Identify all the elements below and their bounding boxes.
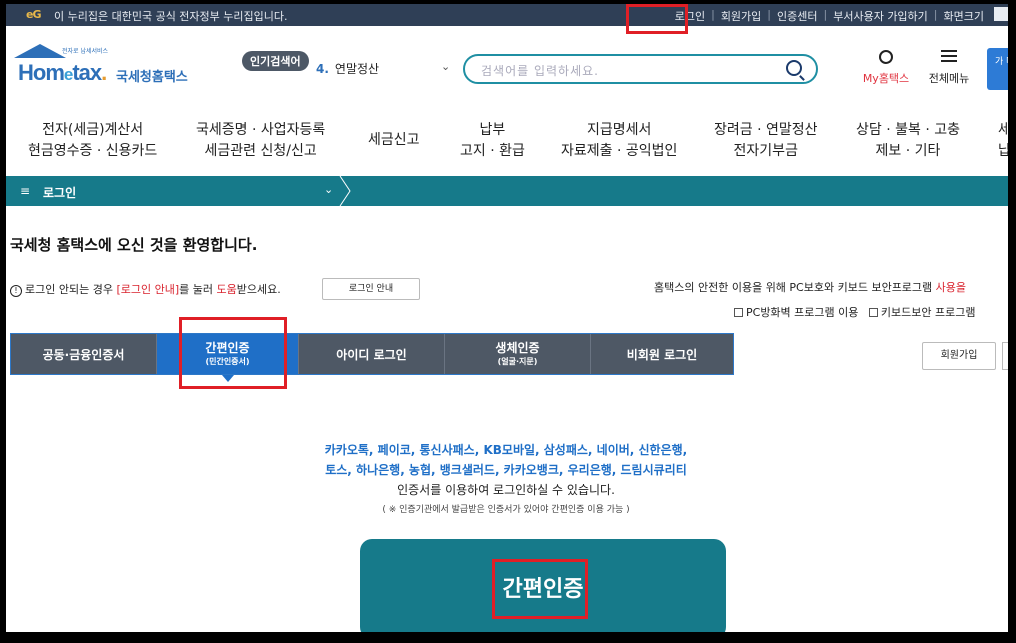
tab-guest-login[interactable]: 비회원 로그인: [591, 334, 733, 374]
hometax-logo[interactable]: 전자로 납세서비스 Hometax. 국세청홈택스: [12, 44, 197, 88]
document-icon[interactable]: [994, 7, 1008, 21]
breadcrumb-arrow-icon: [339, 176, 351, 206]
pc-firewall-checkbox[interactable]: [734, 308, 743, 317]
security-options: PC방화벽 프로그램 이용 키보드보안 프로그램: [734, 304, 975, 320]
search-input[interactable]: 검색어를 입력하세요.: [463, 54, 818, 84]
global-navigation: 전자(세금)계산서 현금영수증 · 신용카드 국세증명 · 사업자등록 세금관련 신…: [6, 106, 1008, 176]
keyboard-security-checkbox[interactable]: [868, 308, 878, 317]
popular-search-term[interactable]: 4. 연말정산: [316, 60, 379, 77]
login-guide-button[interactable]: 로그인 안내: [322, 278, 420, 300]
tab-id-login[interactable]: 아이디 로그인: [299, 334, 445, 374]
search-icon[interactable]: [786, 60, 802, 76]
font-size-button[interactable]: 가 마: [987, 48, 1008, 90]
gnb-payment-statement[interactable]: 지급명세서 자료제출 · 공익법인: [561, 120, 677, 162]
gov-notice-text: 이 누리집은 대한민국 공식 전자정부 누리집입니다.: [54, 10, 288, 23]
tab-joint-certificate[interactable]: 공동·금융인증서: [11, 334, 157, 374]
page-title: 국세청 홈택스에 오신 것을 환영합니다.: [10, 236, 258, 254]
browser-frame: eG 이 누리집은 대한민국 공식 전자정부 누리집입니다. 로그인 | 회원가입…: [6, 4, 1008, 632]
search-placeholder: 검색어를 입력하세요.: [481, 64, 599, 78]
breadcrumb-title: 로그인: [43, 186, 77, 200]
gnb-tax-filing[interactable]: 세금신고: [368, 130, 420, 151]
security-notice: 홈택스의 안전한 이용을 위해 PC보호와 키보드 보안프로그램 사용을: [654, 281, 967, 294]
utility-links: 로그인 | 회원가입 | 인증센터 | 부서사용자 가입하기 | 화면크기: [669, 7, 1008, 24]
gnb-more[interactable]: 세납: [998, 120, 1008, 162]
login-method-tabs: 공동·금융인증서 간편인증 (민간인증서) 아이디 로그인 생체인증 (얼굴·지문)…: [10, 333, 734, 382]
popular-search-badge: 인기검색어: [242, 51, 309, 71]
egov-logo: eG: [26, 8, 41, 21]
gov-notice-bar: eG 이 누리집은 대한민국 공식 전자정부 누리집입니다. 로그인 | 회원가입…: [6, 4, 1008, 26]
login-guide-link[interactable]: [로그인 안내]: [116, 283, 179, 296]
highlight-simple-auth-button: [492, 559, 588, 619]
gnb-consulting[interactable]: 상담 · 불복 · 고충 제보 · 기타: [856, 120, 960, 162]
chevron-down-icon[interactable]: ⌄: [441, 60, 450, 73]
simple-auth-providers: 카카오톡, 페이코, 통신사패스, KB모바일, 삼성패스, 네이버, 신한은행…: [324, 443, 688, 515]
person-icon: [879, 50, 893, 64]
gnb-incentive[interactable]: 장려금 · 연말정산 전자기부금: [714, 120, 818, 162]
logo-korean-name: 국세청홈택스: [116, 70, 188, 85]
info-icon: !: [10, 285, 22, 297]
gnb-payment[interactable]: 납부 고지 · 환급: [460, 120, 525, 162]
signup-link[interactable]: 회원가입: [715, 8, 767, 24]
highlight-simple-auth-tab: [179, 317, 287, 389]
highlight-login-link: [626, 4, 688, 34]
menu-icon[interactable]: ≡: [20, 184, 30, 198]
extra-button-edge[interactable]: [1002, 342, 1008, 370]
hamburger-icon: [941, 50, 957, 62]
chevron-down-icon[interactable]: ⌄: [324, 183, 333, 196]
dept-user-signup-link[interactable]: 부서사용자 가입하기: [827, 8, 934, 24]
house-roof-icon: [14, 44, 66, 58]
cert-center-link[interactable]: 인증센터: [771, 8, 823, 24]
login-help-text: ! 로그인 안되는 경우 [로그인 안내]를 눌러 도움받으세요.: [10, 281, 281, 297]
screen-size-link[interactable]: 화면크기: [938, 8, 990, 24]
site-header: 전자로 납세서비스 Hometax. 국세청홈택스 인기검색어 4. 연말정산 ⌄…: [6, 26, 1008, 106]
my-hometax-button[interactable]: My홈택스: [856, 50, 916, 86]
signup-button[interactable]: 회원가입: [922, 342, 996, 370]
gnb-e-invoice[interactable]: 전자(세금)계산서 현금영수증 · 신용카드: [28, 120, 157, 162]
breadcrumb: ≡ 로그인 ⌄: [6, 176, 1008, 206]
gnb-certificate[interactable]: 국세증명 · 사업자등록 세금관련 신청/신고: [196, 120, 325, 162]
all-menu-button[interactable]: 전체메뉴: [922, 50, 976, 86]
tab-biometric[interactable]: 생체인증 (얼굴·지문): [445, 334, 591, 374]
